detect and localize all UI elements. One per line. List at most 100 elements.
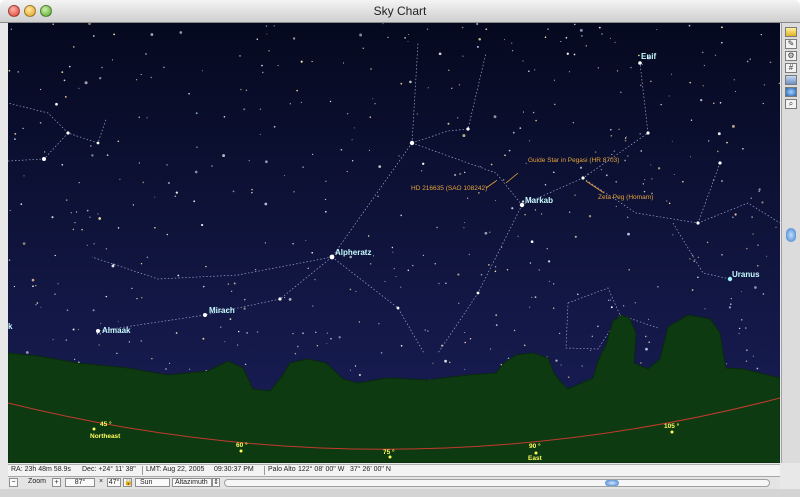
lmt-readout: LMT: Aug 22, 2005: [146, 466, 205, 473]
background-star: [373, 255, 375, 257]
background-star: [179, 31, 183, 34]
background-star: [451, 87, 453, 89]
background-star: [311, 60, 313, 63]
background-star: [522, 111, 524, 113]
background-star: [294, 352, 297, 355]
background-star: [358, 321, 361, 323]
hd-label: HD 216635 (SAO 108242): [411, 185, 487, 192]
background-star: [374, 103, 376, 105]
background-star: [220, 326, 222, 328]
background-star: [553, 307, 555, 309]
background-star: [262, 71, 264, 74]
background-star: [610, 134, 613, 137]
background-star: [244, 298, 246, 301]
background-star: [277, 65, 279, 67]
background-star: [775, 226, 777, 228]
background-star: [98, 344, 100, 346]
coordinate-system-select[interactable]: Altazimuth: [172, 478, 212, 487]
background-star: [643, 190, 646, 193]
background-star: [378, 323, 380, 325]
zoom-label: Zoom: [28, 478, 46, 485]
background-star: [512, 131, 515, 134]
background-star: [597, 67, 599, 69]
background-star: [395, 276, 397, 278]
background-star: [534, 209, 537, 211]
background-star: [284, 296, 286, 299]
background-star: [553, 283, 555, 285]
background-star: [200, 223, 204, 227]
coordinate-system-stepper[interactable]: ⇕: [212, 478, 220, 487]
background-star: [547, 28, 549, 30]
background-star: [81, 228, 83, 231]
globe-icon[interactable]: [785, 87, 797, 97]
zoom-icon[interactable]: ⌕: [785, 99, 797, 109]
background-star: [314, 279, 316, 281]
background-star: [166, 164, 168, 166]
background-star: [230, 290, 233, 293]
right-toolbar: ✎ ⚙ # ⌕: [781, 23, 800, 463]
background-star: [84, 81, 88, 85]
background-star: [553, 79, 555, 81]
background-star: [673, 173, 675, 175]
background-star: [444, 359, 447, 363]
horizontal-scrollbar[interactable]: [224, 479, 770, 487]
background-star: [370, 263, 372, 265]
background-star: [35, 285, 37, 287]
background-star: [508, 149, 511, 152]
background-star: [329, 100, 332, 103]
background-star: [519, 127, 522, 129]
background-star: [689, 258, 691, 260]
background-star: [20, 203, 23, 205]
background-star: [504, 154, 506, 157]
background-star: [239, 55, 241, 57]
background-star: [590, 350, 591, 351]
background-star: [305, 239, 307, 241]
background-star: [248, 160, 250, 162]
background-star: [609, 37, 612, 39]
horizontal-scroll-thumb[interactable]: [605, 480, 619, 486]
background-star: [660, 103, 662, 106]
background-star: [458, 84, 461, 86]
zoom-out-button[interactable]: −: [9, 478, 18, 487]
background-star: [246, 332, 248, 334]
background-star: [424, 329, 426, 331]
sky-chart-canvas[interactable]: Enif Markab Alpheratz Uranus Mirach Alma…: [8, 23, 780, 463]
image-icon[interactable]: [785, 75, 797, 85]
background-star: [116, 352, 118, 355]
layers-icon[interactable]: [785, 27, 797, 37]
gear-icon[interactable]: ⚙: [785, 51, 797, 61]
background-star: [476, 23, 479, 26]
background-star: [468, 253, 470, 256]
background-star: [640, 84, 642, 86]
center-object-field[interactable]: Sun: [135, 478, 170, 487]
background-star: [558, 332, 561, 335]
background-star: [32, 285, 34, 288]
pencil-icon[interactable]: ✎: [785, 39, 797, 49]
background-star: [566, 52, 569, 55]
background-star: [627, 155, 629, 157]
lock-icon[interactable]: 🔒: [123, 478, 132, 487]
background-star: [68, 65, 71, 68]
background-star: [175, 191, 178, 194]
background-star: [338, 336, 341, 339]
fov-height-field[interactable]: 47°: [107, 478, 121, 487]
background-star: [237, 344, 239, 346]
window-title: Sky Chart: [373, 4, 427, 18]
background-star: [668, 202, 671, 205]
vertical-scroll-thumb[interactable]: [786, 228, 796, 242]
background-star: [106, 154, 109, 157]
background-star: [448, 361, 451, 364]
background-star: [689, 81, 692, 84]
background-star: [730, 297, 732, 300]
background-star: [574, 235, 577, 238]
background-star: [656, 29, 658, 31]
background-star: [454, 173, 457, 177]
background-star: [391, 246, 394, 249]
zoom-in-button[interactable]: +: [52, 478, 61, 487]
fov-width-field[interactable]: 87°: [65, 478, 95, 487]
grid-icon[interactable]: #: [785, 63, 797, 73]
background-star: [72, 328, 75, 331]
background-star: [464, 341, 466, 344]
background-star: [400, 214, 403, 217]
background-star: [223, 116, 226, 118]
